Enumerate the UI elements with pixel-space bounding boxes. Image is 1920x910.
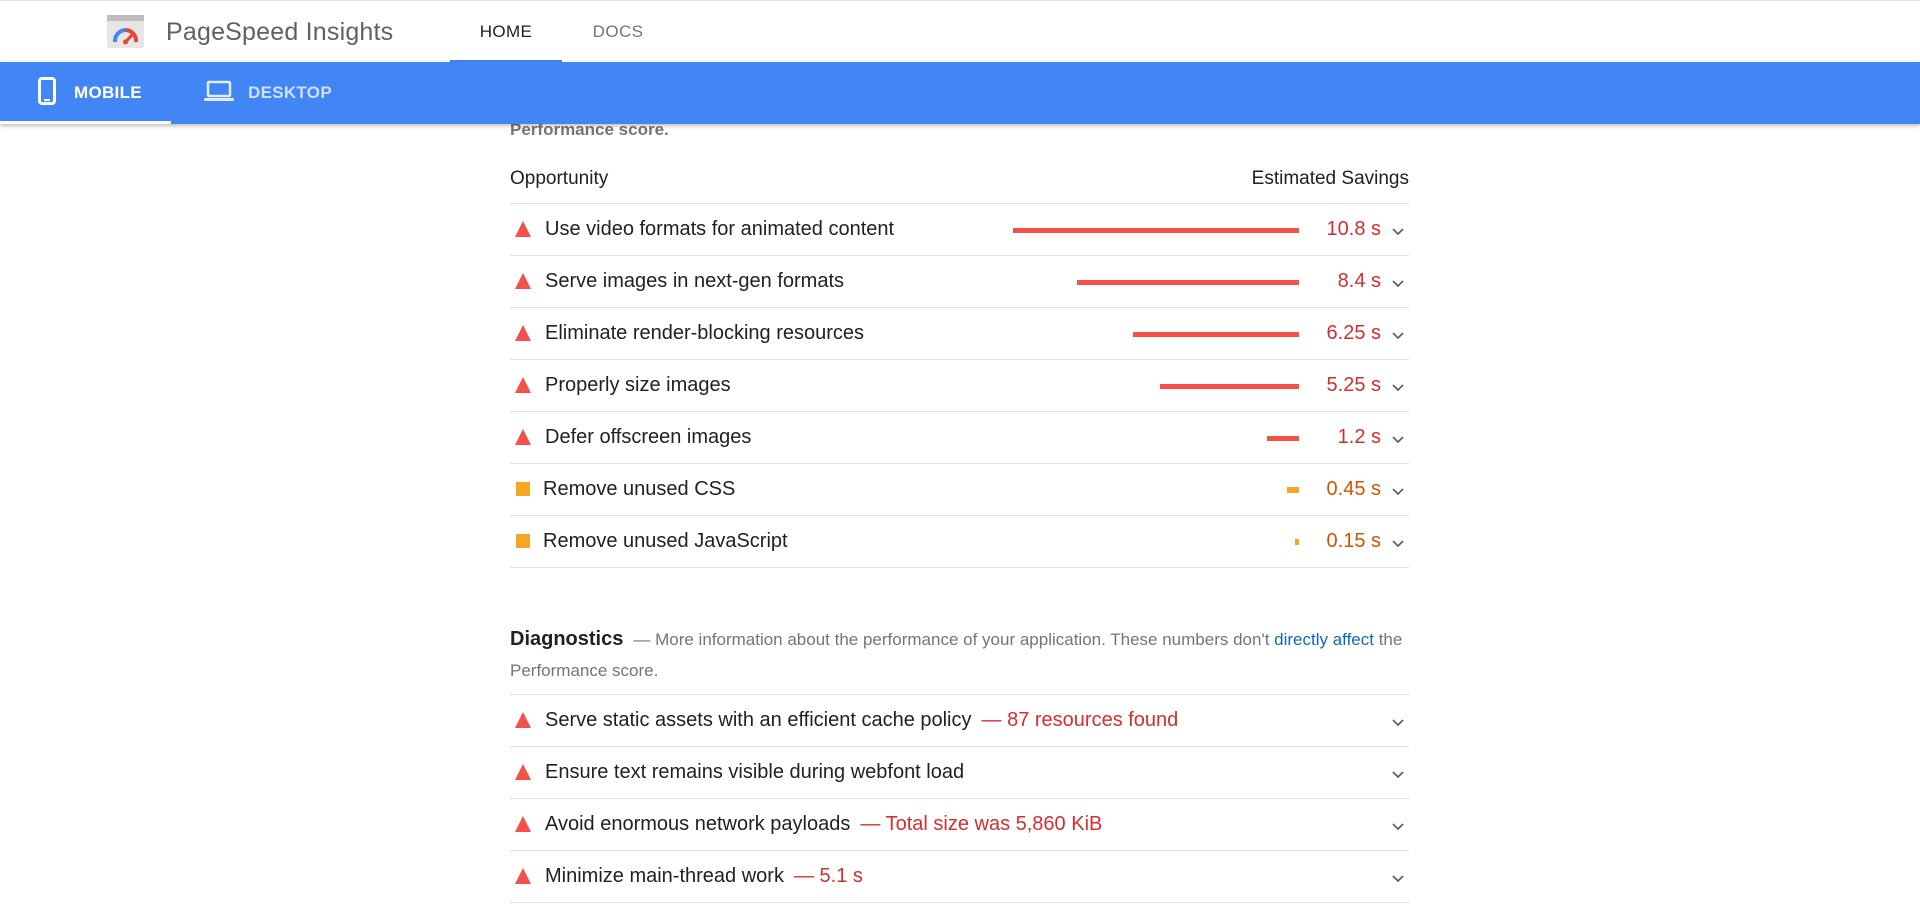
- opportunity-row[interactable]: Properly size images 5.25 s: [510, 359, 1409, 411]
- fail-triangle-icon: [515, 273, 531, 289]
- fail-triangle-icon: [515, 764, 531, 780]
- chevron-down-icon[interactable]: [1391, 715, 1405, 729]
- savings-bar: [1160, 384, 1299, 389]
- chevron-down-icon[interactable]: [1391, 276, 1405, 290]
- diagnostic-row[interactable]: Serve static assets with an efficient ca…: [510, 694, 1409, 746]
- chevron-down-icon[interactable]: [1391, 380, 1405, 394]
- opportunity-header: Opportunity Estimated Savings: [510, 168, 1409, 190]
- estimated-savings-value: 0.45 s: [1326, 478, 1381, 500]
- chevron-down-icon[interactable]: [1391, 536, 1405, 550]
- opportunity-title: Remove unused CSS: [543, 478, 736, 500]
- diagnostic-title-text: Serve static assets with an efficient ca…: [545, 709, 972, 731]
- estimated-savings-value: 10.8 s: [1326, 218, 1381, 240]
- diagnostic-detail: — 87 resources found: [981, 709, 1179, 731]
- savings-bar: [1077, 280, 1299, 285]
- opportunity-row[interactable]: Eliminate render-blocking resources 6.25 …: [510, 307, 1409, 359]
- estimated-savings-column-label: Estimated Savings: [1251, 168, 1409, 189]
- tab-home[interactable]: HOME: [450, 1, 562, 63]
- opportunity-title: Eliminate render-blocking resources: [545, 322, 865, 344]
- tab-mobile[interactable]: MOBILE: [0, 62, 171, 124]
- diagnostic-row[interactable]: Avoid enormous network payloads — Total s…: [510, 798, 1409, 850]
- average-square-icon: [516, 482, 530, 496]
- opportunity-title: Properly size images: [545, 374, 731, 396]
- diagnostic-title-text: Avoid enormous network payloads: [545, 813, 851, 835]
- chevron-down-icon[interactable]: [1391, 328, 1405, 342]
- directly-affect-link[interactable]: directly affect: [1274, 630, 1374, 649]
- tab-desktop[interactable]: DESKTOP: [204, 62, 344, 124]
- chevron-down-icon[interactable]: [1391, 767, 1405, 781]
- opportunity-title: Remove unused JavaScript: [543, 530, 788, 552]
- savings-bar: [1287, 487, 1299, 493]
- smartphone-icon: [38, 76, 56, 110]
- opportunity-column-label: Opportunity: [510, 168, 609, 189]
- diagnostic-row[interactable]: Ensure text remains visible during webfo…: [510, 746, 1409, 798]
- opportunity-row[interactable]: Defer offscreen images 1.2 s: [510, 411, 1409, 463]
- diagnostic-title-text: Ensure text remains visible during webfo…: [545, 761, 965, 783]
- chevron-down-icon[interactable]: [1391, 819, 1405, 833]
- diagnostic-title: Avoid enormous network payloads — Total s…: [545, 813, 1102, 836]
- fail-triangle-icon: [515, 377, 531, 393]
- opportunity-title: Use video formats for animated content: [545, 218, 895, 240]
- savings-bar: [1133, 332, 1299, 337]
- estimated-savings-value: 5.25 s: [1326, 374, 1381, 396]
- savings-bar: [1295, 539, 1299, 545]
- chevron-down-icon[interactable]: [1391, 484, 1405, 498]
- average-square-icon: [516, 534, 530, 548]
- tab-mobile-label: MOBILE: [74, 83, 142, 102]
- diagnostic-title: Minimize main-thread work — 5.1 s: [545, 865, 863, 888]
- fail-triangle-icon: [515, 325, 531, 341]
- device-selector-bar: MOBILE DESKTOP: [0, 62, 1920, 124]
- opportunity-row[interactable]: Remove unused JavaScript 0.15 s: [510, 515, 1409, 568]
- savings-bar: [1267, 436, 1299, 441]
- opportunity-row[interactable]: Serve images in next-gen formats 8.4 s: [510, 255, 1409, 307]
- chevron-down-icon[interactable]: [1391, 224, 1405, 238]
- diagnostics-header: Diagnostics — More information about the …: [510, 624, 1409, 686]
- diagnostic-detail: — 5.1 s: [793, 865, 863, 887]
- chevron-down-icon[interactable]: [1391, 432, 1405, 446]
- diagnostic-title-text: Minimize main-thread work: [545, 865, 784, 887]
- diagnostic-title: Ensure text remains visible during webfo…: [545, 761, 964, 784]
- top-app-bar: PageSpeed Insights HOME DOCS: [0, 0, 1920, 63]
- opportunity-title: Defer offscreen images: [545, 426, 752, 448]
- laptop-icon: [204, 80, 234, 107]
- estimated-savings-value: 1.2 s: [1337, 426, 1381, 448]
- diagnostic-row[interactable]: Minimize main-thread work — 5.1 s: [510, 850, 1409, 903]
- estimated-savings-value: 0.15 s: [1326, 530, 1381, 552]
- app-title: PageSpeed Insights: [166, 18, 394, 46]
- fail-triangle-icon: [515, 868, 531, 884]
- chevron-down-icon[interactable]: [1391, 871, 1405, 885]
- tab-desktop-label: DESKTOP: [248, 83, 332, 102]
- fail-triangle-icon: [515, 221, 531, 237]
- opportunity-title: Serve images in next-gen formats: [545, 270, 845, 292]
- fail-triangle-icon: [515, 712, 531, 728]
- pagespeed-gauge-icon[interactable]: [107, 15, 144, 48]
- diagnostics-description: — More information about the performance…: [633, 630, 1275, 649]
- fail-triangle-icon: [515, 816, 531, 832]
- opportunity-row[interactable]: Remove unused CSS 0.45 s: [510, 463, 1409, 515]
- savings-bar: [1013, 228, 1299, 233]
- diagnostic-title: Serve static assets with an efficient ca…: [545, 709, 1178, 732]
- opportunity-row[interactable]: Use video formats for animated content 10…: [510, 203, 1409, 255]
- estimated-savings-value: 8.4 s: [1337, 270, 1381, 292]
- diagnostic-detail: — Total size was 5,860 KiB: [860, 813, 1103, 835]
- fail-triangle-icon: [515, 429, 531, 445]
- tab-docs[interactable]: DOCS: [580, 1, 656, 63]
- estimated-savings-value: 6.25 s: [1326, 322, 1381, 344]
- diagnostics-title: Diagnostics: [510, 628, 624, 650]
